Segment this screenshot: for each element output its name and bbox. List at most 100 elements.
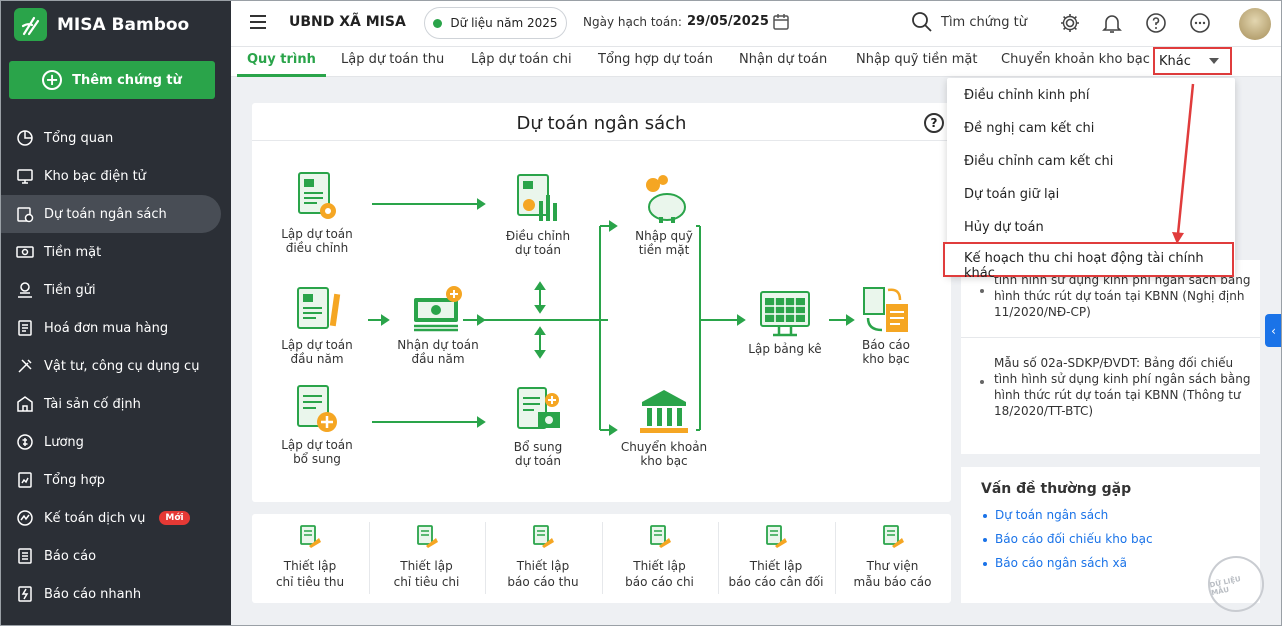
budget-document-gear-icon	[298, 172, 336, 219]
summary-icon	[18, 472, 32, 488]
sidebar-item[interactable]: Kho bạc điện tử	[0, 157, 221, 195]
tab-process[interactable]: Quy trình	[237, 52, 326, 77]
faq-title: Vấn đề thường gặp	[981, 481, 1132, 497]
app-name: MISA Bamboo	[57, 14, 190, 35]
sidebar-nav: Tổng quan Kho bạc điện tử Dự toán ngân sác…	[0, 119, 231, 613]
divider	[368, 522, 370, 594]
search-voucher-button[interactable]: Tìm chứng từ	[911, 11, 1027, 33]
divider	[485, 522, 486, 594]
menu-item-adjust-funds[interactable]: Điều chỉnh kinh phí	[964, 88, 1090, 103]
node-label-line1: Điều chỉnh	[505, 229, 571, 243]
report-icon	[18, 548, 32, 564]
help-icon[interactable]	[1145, 12, 1167, 38]
search-label: Tìm chứng từ	[941, 14, 1027, 30]
add-voucher-button[interactable]: + Thêm chứng từ	[9, 61, 215, 99]
faq-link-commune-budget[interactable]: Báo cáo ngân sách xã	[995, 556, 1127, 570]
flow-node-cash-in[interactable]: Nhập quỹ tiền mặt	[624, 175, 704, 257]
data-year-selector[interactable]: Dữ liệu năm 2025	[424, 7, 567, 39]
flow-node-adjust-budget[interactable]: Lập dự toán điều chỉnh	[277, 171, 357, 255]
menu-item-commit-request[interactable]: Đề nghị cam kết chi	[964, 121, 1094, 136]
faq-link-treasury-reconcile[interactable]: Báo cáo đối chiếu kho bạc	[995, 532, 1153, 546]
hamburger-menu-icon[interactable]	[249, 14, 267, 34]
node-label-line2: dự toán	[514, 454, 562, 468]
shortcut-label-line1: Thiết lập	[633, 559, 686, 573]
monitor-icon	[17, 169, 33, 184]
sidebar: MISA Bamboo + Thêm chứng từ Tổng quan Kho…	[0, 0, 231, 626]
shortcut-item[interactable]: Thiết lập báo cáo thu	[485, 514, 601, 603]
tab-expense-budget[interactable]: Lập dự toán chi	[471, 52, 572, 77]
node-label-line2: đầu năm	[411, 352, 465, 366]
shortcut-item[interactable]: Thư viện mẫu báo cáo	[835, 514, 951, 603]
sidebar-item[interactable]: Tiền gửi	[0, 271, 221, 309]
settings-document-icon	[766, 525, 787, 548]
building-icon	[17, 396, 33, 412]
node-label-line1: Lập bảng kê	[748, 342, 822, 356]
sidebar-item[interactable]: Hoá đơn mua hàng	[0, 309, 221, 347]
tab-other[interactable]: Khác	[1153, 47, 1232, 75]
avatar[interactable]	[1239, 8, 1271, 40]
flow-node-treasury-report[interactable]: Báo cáo kho bạc	[846, 284, 926, 366]
shortcut-label-line1: Thiết lập	[516, 559, 570, 573]
shortcut-item[interactable]: Thiết lập báo cáo chi	[602, 514, 718, 603]
sidebar-item[interactable]: Tiền mặt	[0, 233, 221, 271]
tab-receive-budget[interactable]: Nhận dự toán	[739, 52, 827, 77]
service-icon	[17, 510, 33, 526]
sidebar-item[interactable]: Kế toán dịch vụ Mới	[0, 499, 221, 537]
tab-treasury-transfer[interactable]: Chuyển khoản kho bạc	[1001, 52, 1150, 77]
sidebar-item[interactable]: Tổng hợp	[0, 461, 221, 499]
organization-name[interactable]: UBND XÃ MISA	[289, 14, 406, 30]
sidebar-item-label: Báo cáo	[44, 548, 97, 564]
tab-cash-in[interactable]: Nhập quỹ tiền mặt	[856, 52, 977, 77]
sidebar-item[interactable]: Tài sản cố định	[0, 385, 221, 423]
sidebar-item-label: Dự toán ngân sách	[44, 206, 167, 222]
divider	[834, 522, 836, 594]
invoice-icon	[18, 320, 32, 336]
menu-item-adjust-commit[interactable]: Điều chỉnh cam kết chi	[964, 154, 1113, 169]
node-label-line2: đầu năm	[290, 352, 344, 366]
menu-item-other-finance-plan[interactable]: Kế hoạch thu chi hoạt động tài chính khá…	[943, 242, 1234, 281]
node-label-line1: Chuyển khoản	[620, 440, 708, 454]
budget-add-icon	[297, 385, 337, 432]
money-stack-icon	[414, 286, 462, 332]
flow-node-receive-budget[interactable]: Nhận dự toán đầu năm	[392, 284, 484, 366]
shortcut-item[interactable]: Thiết lập chỉ tiêu chi	[369, 514, 485, 603]
shortcut-label-line1: Thư viện	[866, 559, 919, 573]
sidebar-item[interactable]: Vật tư, công cụ dụng cụ	[0, 347, 221, 385]
shortcut-item[interactable]: Thiết lập chỉ tiêu thu	[252, 514, 368, 603]
app-logo[interactable]: MISA Bamboo	[14, 8, 189, 41]
sidebar-item[interactable]: Tổng quan	[0, 119, 221, 157]
gear-icon[interactable]	[1059, 12, 1081, 38]
shortcut-item[interactable]: Thiết lập báo cáo cân đối	[718, 514, 834, 603]
menu-item-retained-budget[interactable]: Dự toán giữ lại	[964, 187, 1059, 202]
flow-node-supplement[interactable]: Bổ sung dự toán	[498, 386, 578, 468]
tab-revenue-budget[interactable]: Lập dự toán thu	[341, 52, 444, 77]
sidebar-item[interactable]: Lương	[0, 423, 221, 461]
sidebar-item[interactable]: Báo cáo nhanh	[0, 575, 221, 613]
flow-node-annual-budget[interactable]: Lập dự toán đầu năm	[277, 284, 357, 366]
shortcut-label-line2: báo cáo chi	[625, 575, 694, 589]
report-item-2[interactable]: Mẫu số 02a-SDKP/ĐVDT: Bảng đối chiếu tìn…	[994, 355, 1264, 419]
posting-date-value[interactable]: 29/05/2025	[687, 14, 769, 29]
more-icon[interactable]	[1189, 12, 1211, 38]
tab-other-label: Khác	[1159, 53, 1191, 69]
faq-link-budget[interactable]: Dự toán ngân sách	[995, 508, 1108, 522]
sidebar-item[interactable]: Dự toán ngân sách	[0, 195, 221, 233]
sidebar-item[interactable]: Báo cáo	[0, 537, 221, 575]
flow-node-supplement-budget[interactable]: Lập dự toán bổ sung	[277, 384, 357, 466]
flow-node-statement[interactable]: Lập bảng kê	[745, 290, 825, 356]
sidebar-item-label: Kế toán dịch vụ	[44, 510, 146, 526]
flow-node-adjust[interactable]: Điều chỉnh dự toán	[498, 173, 578, 257]
status-dot-icon	[433, 18, 443, 28]
tab-budget-summary[interactable]: Tổng hợp dự toán	[598, 52, 713, 77]
other-dropdown-menu: Điều chỉnh kinh phí Đề nghị cam kết chi …	[943, 78, 1235, 281]
bell-icon[interactable]	[1101, 12, 1123, 38]
calendar-icon[interactable]	[772, 13, 790, 35]
chevron-left-icon[interactable]: ‹	[1265, 314, 1282, 347]
cash-icon	[16, 246, 34, 258]
sidebar-item-label: Tổng quan	[44, 130, 114, 146]
shortcut-label-line2: chỉ tiêu thu	[275, 575, 345, 589]
menu-item-cancel-budget[interactable]: Hủy dự toán	[964, 220, 1044, 235]
settings-document-icon	[882, 525, 904, 548]
node-label-line1: Lập dự toán	[281, 438, 353, 452]
flow-node-treasury-transfer[interactable]: Chuyển khoản kho bạc	[614, 386, 714, 468]
